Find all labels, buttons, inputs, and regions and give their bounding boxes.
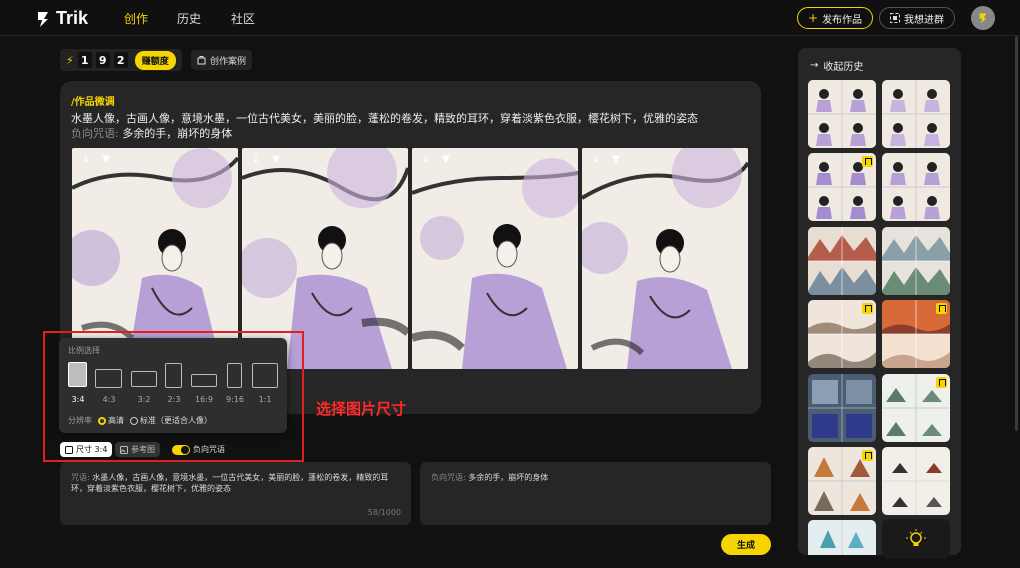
history-item[interactable] [882, 447, 950, 515]
plus-icon: + [808, 11, 819, 25]
history-image [882, 227, 950, 295]
credit-digit: 2 [113, 52, 128, 68]
negative-prompt-textarea[interactable]: 负向咒语: 多余的手，崩坏的身体 [420, 462, 771, 525]
credit-digit: 9 [95, 52, 110, 68]
result-image-4[interactable]: ↓ ▼ [582, 148, 748, 369]
result-image-3[interactable]: ↓ ▼ [412, 148, 578, 369]
aspect-ratio-icon [65, 445, 73, 454]
qr-icon [890, 13, 900, 23]
publish-button[interactable]: + 发布作品 [797, 7, 874, 29]
history-item[interactable] [882, 300, 950, 368]
filter-icon[interactable]: ▼ [100, 154, 112, 166]
arrow-right-icon: → [810, 60, 819, 71]
credits-counter: ⚡ 1 9 2 赚额度 [60, 49, 182, 71]
logo[interactable]: Trik [36, 8, 88, 29]
prompt-text: 水墨人像，古画人像，意境水墨，一位古代美女，美丽的脸，蓬松的卷发，精致的耳环，穿… [71, 112, 698, 125]
history-image [882, 153, 950, 221]
top-nav: Trik 创作 历史 社区 + 发布作品 我想进群 [0, 0, 1020, 36]
history-item[interactable] [808, 520, 876, 555]
lightning-icon: ⚡ [66, 53, 74, 67]
filter-icon[interactable]: ▼ [270, 154, 282, 166]
bookmark-icon[interactable] [862, 303, 873, 314]
prompt-input-label: 咒语: [71, 473, 93, 482]
size-button[interactable]: 尺寸 3:4 [60, 442, 113, 457]
negative-prompt: 负向咒语: 多余的手，崩坏的身体 [71, 125, 232, 141]
negative-input-label: 负向咒语: [431, 473, 469, 482]
join-group-button[interactable]: 我想进群 [879, 7, 955, 29]
history-item[interactable] [882, 227, 950, 295]
history-image [808, 227, 876, 295]
prompt-textarea[interactable]: 咒语: 水墨人像，古画人像，意境水墨，一位古代美女，美丽的脸，蓬松的卷发，精致的… [60, 462, 411, 525]
earn-credits-button[interactable]: 赚额度 [134, 50, 176, 70]
history-image [808, 520, 876, 555]
reference-image-button[interactable]: 参考图 [115, 442, 160, 457]
history-image [882, 447, 950, 515]
filter-icon[interactable]: ▼ [440, 154, 452, 166]
filter-icon[interactable]: ▼ [610, 154, 622, 166]
nav-create[interactable]: 创作 [124, 10, 148, 27]
bookmark-icon[interactable] [936, 377, 947, 388]
history-item[interactable] [882, 374, 950, 442]
collapse-history-button[interactable]: → 收起历史 [810, 58, 863, 73]
negative-prompt-toggle[interactable]: 负向咒语 [167, 442, 230, 457]
avatar[interactable] [971, 6, 995, 30]
idea-button[interactable] [882, 519, 950, 559]
page-scrollbar[interactable] [1015, 36, 1018, 431]
prompt-input-text: 水墨人像，古画人像，意境水墨，一位古代美女，美丽的脸，蓬松的卷发，精致的耳环，穿… [71, 473, 389, 493]
bag-icon [197, 56, 206, 65]
history-item[interactable] [882, 80, 950, 148]
reference-label: 参考图 [131, 445, 155, 454]
download-icon[interactable]: ↓ [420, 154, 432, 166]
negative-label: 负向咒语: [71, 127, 123, 140]
annotation-text: 选择图片尺寸 [316, 400, 407, 418]
history-image [882, 80, 950, 148]
brand-name: Trik [56, 8, 89, 28]
history-item[interactable] [808, 80, 876, 148]
download-icon[interactable]: ↓ [590, 154, 602, 166]
join-label: 我想进群 [904, 14, 944, 26]
card-title: /作品微调 [71, 97, 115, 108]
history-panel: → 收起历史 [798, 48, 961, 555]
history-item[interactable] [808, 300, 876, 368]
ink-portrait-image [412, 148, 578, 369]
history-item[interactable] [808, 153, 876, 221]
credit-digit: 1 [77, 52, 92, 68]
nav-community[interactable]: 社区 [231, 10, 255, 27]
char-counter: 58/1000 [367, 508, 401, 517]
history-image [808, 374, 876, 442]
download-icon[interactable]: ↓ [250, 154, 262, 166]
bookmark-icon[interactable] [862, 156, 873, 167]
history-item[interactable] [808, 374, 876, 442]
history-title: 收起历史 [823, 62, 864, 73]
negative-toggle-label: 负向咒语 [193, 445, 225, 454]
download-icon[interactable]: ↓ [80, 154, 92, 166]
negative-text: 多余的手，崩坏的身体 [122, 127, 233, 140]
publish-label: 发布作品 [822, 14, 863, 26]
image-icon [120, 445, 128, 454]
size-label: 尺寸 3:4 [76, 445, 108, 454]
history-image [808, 80, 876, 148]
creation-cases-button[interactable]: 创作案例 [191, 50, 253, 70]
bookmark-icon[interactable] [862, 450, 873, 461]
logo-icon [38, 11, 48, 27]
cases-label: 创作案例 [210, 56, 247, 67]
history-item[interactable] [882, 153, 950, 221]
bookmark-icon[interactable] [936, 303, 947, 314]
ink-portrait-image [582, 148, 748, 369]
avatar-icon [979, 13, 987, 24]
history-item[interactable] [808, 227, 876, 295]
toggle-switch[interactable] [172, 444, 190, 455]
generate-button[interactable]: 生成 [721, 534, 771, 555]
negative-input-text: 多余的手，崩坏的身体 [468, 473, 549, 482]
lightbulb-icon [906, 529, 926, 546]
nav-history[interactable]: 历史 [177, 10, 201, 27]
history-item[interactable] [808, 447, 876, 515]
